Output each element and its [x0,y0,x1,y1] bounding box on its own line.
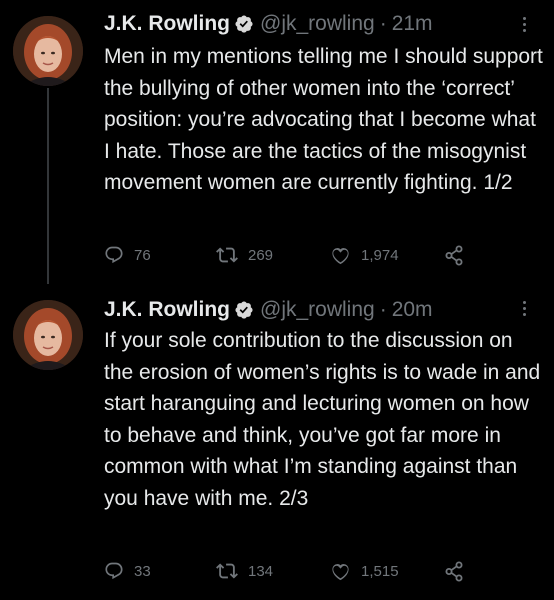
reply-button[interactable]: 76 [104,242,151,268]
separator-dot: · [379,298,387,321]
avatar[interactable] [13,16,83,86]
retweet-count: 134 [248,562,274,580]
thread-line [47,88,49,284]
timestamp[interactable]: 21m [392,12,433,36]
share-icon [445,561,463,582]
verified-badge-icon [234,14,254,34]
timestamp[interactable]: 20m [392,298,433,322]
retweet-icon [216,247,238,263]
handle[interactable]: @jk_rowling [260,298,375,322]
share-button[interactable] [442,242,466,268]
retweet-button[interactable]: 134 [216,558,273,584]
retweet-count: 269 [248,246,274,264]
display-name[interactable]: J.K. Rowling [104,12,230,36]
verified-badge-icon [234,300,254,320]
tweet-actions: 76 269 1,974 [104,242,534,268]
tweet-text: If your sole contribution to the discuss… [104,329,541,510]
reply-button[interactable]: 33 [104,558,151,584]
share-button[interactable] [442,558,466,584]
avatar-portrait [13,300,83,370]
like-button[interactable]: 1,515 [330,558,399,584]
tweet-actions: 33 134 1,515 [104,558,534,584]
more-options-icon[interactable] [514,298,534,318]
handle[interactable]: @jk_rowling [260,12,375,36]
tweet[interactable]: J.K. Rowling @jk_rowling · 20m If your s… [0,290,554,600]
display-name[interactable]: J.K. Rowling [104,298,230,322]
retweet-button[interactable]: 269 [216,242,273,268]
share-icon [445,245,463,266]
tweet-header: J.K. Rowling @jk_rowling · 20m [104,294,433,326]
heart-icon [332,563,349,580]
reply-icon [105,562,123,580]
tweet-text: Men in my mentions telling me I should s… [104,45,543,194]
heart-icon [332,247,349,264]
like-count: 1,974 [361,246,399,264]
reply-icon [105,246,123,264]
like-button[interactable]: 1,974 [330,242,399,268]
retweet-icon [216,563,238,579]
avatar-portrait [13,16,83,86]
tweet-header: J.K. Rowling @jk_rowling · 21m [104,8,433,40]
like-count: 1,515 [361,562,399,580]
reply-count: 33 [134,562,151,580]
tweet[interactable]: J.K. Rowling @jk_rowling · 21m Men in my… [0,0,554,290]
separator-dot: · [379,12,387,35]
reply-count: 76 [134,246,151,264]
more-options-icon[interactable] [514,14,534,34]
avatar[interactable] [13,300,83,370]
